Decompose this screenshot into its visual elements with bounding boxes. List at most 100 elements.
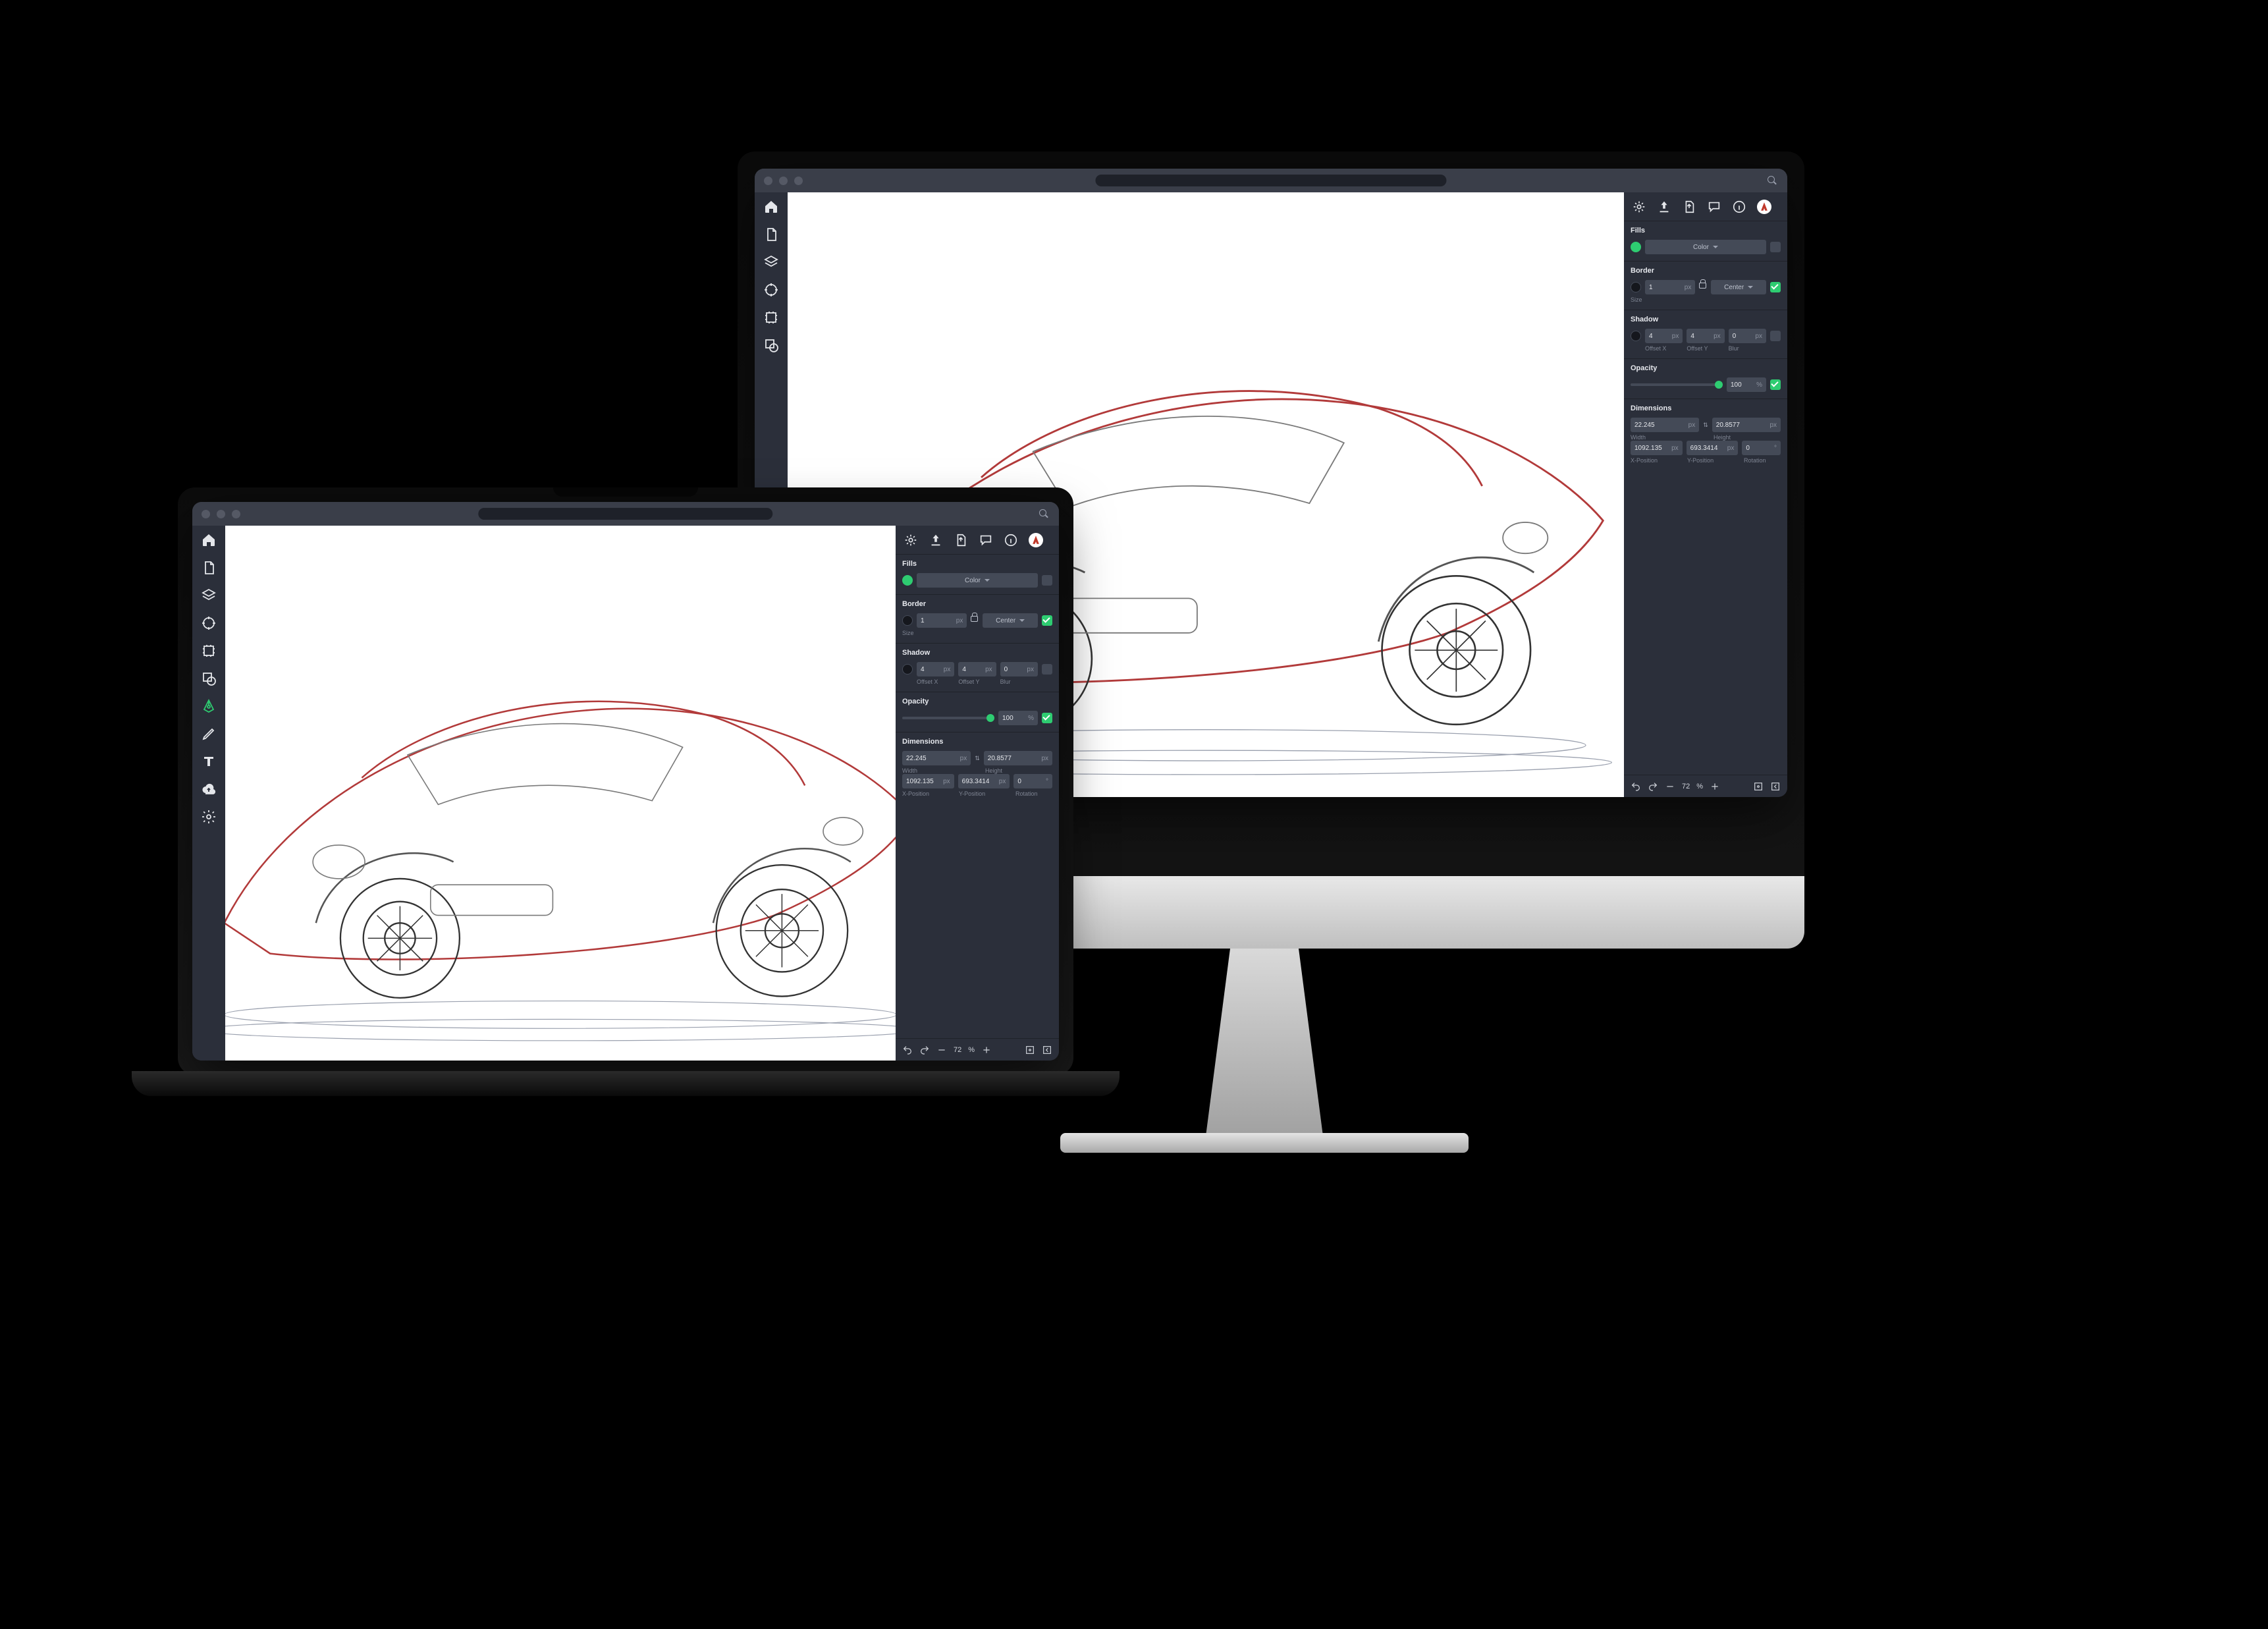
x-position-input[interactable]: 1092.135px	[1631, 441, 1683, 455]
canvas[interactable]	[225, 526, 896, 1061]
page-icon[interactable]	[763, 227, 779, 242]
height-input[interactable]: 20.8577px	[984, 751, 1052, 765]
pen-tool-icon[interactable]	[201, 698, 217, 714]
traffic-light-close[interactable]	[202, 510, 210, 518]
home-icon[interactable]	[763, 199, 779, 215]
opacity-value-input[interactable]: 100%	[998, 711, 1038, 725]
traffic-light-zoom[interactable]	[232, 510, 240, 518]
fill-enabled-checkbox[interactable]	[1770, 242, 1781, 252]
redo-icon[interactable]	[919, 1045, 930, 1055]
collapse-panel-icon[interactable]	[1770, 781, 1781, 792]
zoom-in-icon[interactable]	[1710, 781, 1720, 792]
shadow-blur-input[interactable]: 0px	[1729, 329, 1766, 343]
opacity-slider[interactable]	[902, 717, 994, 719]
layers-icon[interactable]	[763, 254, 779, 270]
fill-enabled-checkbox[interactable]	[1042, 575, 1052, 586]
zoom-out-icon[interactable]	[1665, 781, 1675, 792]
undo-icon[interactable]	[1631, 781, 1641, 792]
lock-icon[interactable]	[1699, 283, 1707, 292]
comment-icon[interactable]	[1707, 200, 1721, 214]
cloud-upload-icon[interactable]	[201, 781, 217, 797]
opacity-slider-thumb[interactable]	[986, 714, 994, 722]
zoom-in-icon[interactable]	[981, 1045, 992, 1055]
upload-icon[interactable]	[929, 533, 943, 547]
width-input[interactable]: 22.245px	[902, 751, 971, 765]
styles-icon[interactable]	[904, 533, 918, 547]
info-icon[interactable]	[1732, 200, 1746, 214]
pencil-icon[interactable]	[201, 726, 217, 742]
target-icon[interactable]	[201, 615, 217, 631]
shadow-offset-x-input[interactable]: 4px	[917, 662, 954, 676]
fill-color-swatch[interactable]	[1631, 242, 1641, 252]
imac-stand	[1179, 949, 1350, 1146]
width-input[interactable]: 22.245px	[1631, 418, 1699, 432]
shadow-enabled-checkbox[interactable]	[1042, 664, 1052, 675]
opacity-slider-thumb[interactable]	[1715, 381, 1723, 389]
fill-color-dropdown[interactable]: Color	[917, 573, 1038, 588]
opacity-slider[interactable]	[1631, 383, 1723, 386]
traffic-light-minimize[interactable]	[779, 177, 788, 185]
undo-icon[interactable]	[902, 1045, 913, 1055]
y-position-label: Y-Position	[1687, 457, 1740, 464]
y-position-input[interactable]: 693.3414px	[958, 774, 1010, 788]
border-enabled-checkbox[interactable]	[1042, 615, 1052, 626]
address-bar[interactable]	[1095, 175, 1446, 186]
link-dimensions-icon[interactable]: ⇅	[1703, 422, 1708, 429]
page-icon[interactable]	[201, 560, 217, 576]
fill-color-dropdown[interactable]: Color	[1645, 240, 1766, 254]
fill-color-swatch[interactable]	[902, 575, 913, 586]
shadow-offset-y-input[interactable]: 4px	[958, 662, 996, 676]
shadow-color-swatch[interactable]	[1631, 331, 1641, 341]
search-icon[interactable]	[1768, 176, 1777, 185]
border-size-input[interactable]: 1px	[1645, 280, 1695, 294]
info-icon[interactable]	[1004, 533, 1018, 547]
target-icon[interactable]	[763, 282, 779, 298]
text-tool-icon[interactable]	[201, 754, 217, 769]
traffic-light-zoom[interactable]	[794, 177, 803, 185]
styles-icon[interactable]	[1632, 200, 1646, 214]
traffic-light-close[interactable]	[764, 177, 772, 185]
comment-icon[interactable]	[979, 533, 993, 547]
zoom-out-icon[interactable]	[936, 1045, 947, 1055]
home-icon[interactable]	[201, 532, 217, 548]
artboard-icon[interactable]	[201, 643, 217, 659]
border-enabled-checkbox[interactable]	[1770, 282, 1781, 292]
address-bar[interactable]	[478, 508, 772, 520]
opacity-enabled-checkbox[interactable]	[1770, 379, 1781, 390]
artboard-icon[interactable]	[763, 310, 779, 325]
settings-icon[interactable]	[201, 809, 217, 825]
border-color-swatch[interactable]	[902, 615, 913, 626]
opacity-enabled-checkbox[interactable]	[1042, 713, 1052, 723]
border-size-input[interactable]: 1px	[917, 613, 967, 628]
mask-icon[interactable]	[201, 671, 217, 686]
link-dimensions-icon[interactable]: ⇅	[975, 755, 980, 762]
y-position-input[interactable]: 693.3414px	[1687, 441, 1739, 455]
shadow-offset-x-input[interactable]: 4px	[1645, 329, 1683, 343]
mask-icon[interactable]	[763, 337, 779, 353]
rotation-input[interactable]: 0°	[1742, 441, 1781, 455]
traffic-light-minimize[interactable]	[217, 510, 225, 518]
border-color-swatch[interactable]	[1631, 282, 1641, 292]
height-input[interactable]: 20.8577px	[1712, 418, 1781, 432]
shadow-color-swatch[interactable]	[902, 664, 913, 675]
x-position-input[interactable]: 1092.135px	[902, 774, 954, 788]
rotation-input[interactable]: 0°	[1013, 774, 1052, 788]
border-align-dropdown[interactable]: Center	[983, 613, 1038, 628]
opacity-value-input[interactable]: 100%	[1727, 377, 1766, 392]
layers-icon[interactable]	[201, 588, 217, 603]
lock-icon[interactable]	[971, 616, 979, 625]
brand-logo-icon[interactable]	[1029, 533, 1043, 547]
fit-screen-icon[interactable]	[1753, 781, 1764, 792]
share-icon[interactable]	[1682, 200, 1696, 214]
border-align-dropdown[interactable]: Center	[1711, 280, 1766, 294]
redo-icon[interactable]	[1648, 781, 1658, 792]
fit-screen-icon[interactable]	[1025, 1045, 1035, 1055]
shadow-blur-input[interactable]: 0px	[1000, 662, 1038, 676]
upload-icon[interactable]	[1657, 200, 1671, 214]
search-icon[interactable]	[1039, 509, 1048, 518]
share-icon[interactable]	[954, 533, 968, 547]
collapse-panel-icon[interactable]	[1042, 1045, 1052, 1055]
shadow-enabled-checkbox[interactable]	[1770, 331, 1781, 341]
brand-logo-icon[interactable]	[1757, 200, 1771, 214]
shadow-offset-y-input[interactable]: 4px	[1687, 329, 1724, 343]
